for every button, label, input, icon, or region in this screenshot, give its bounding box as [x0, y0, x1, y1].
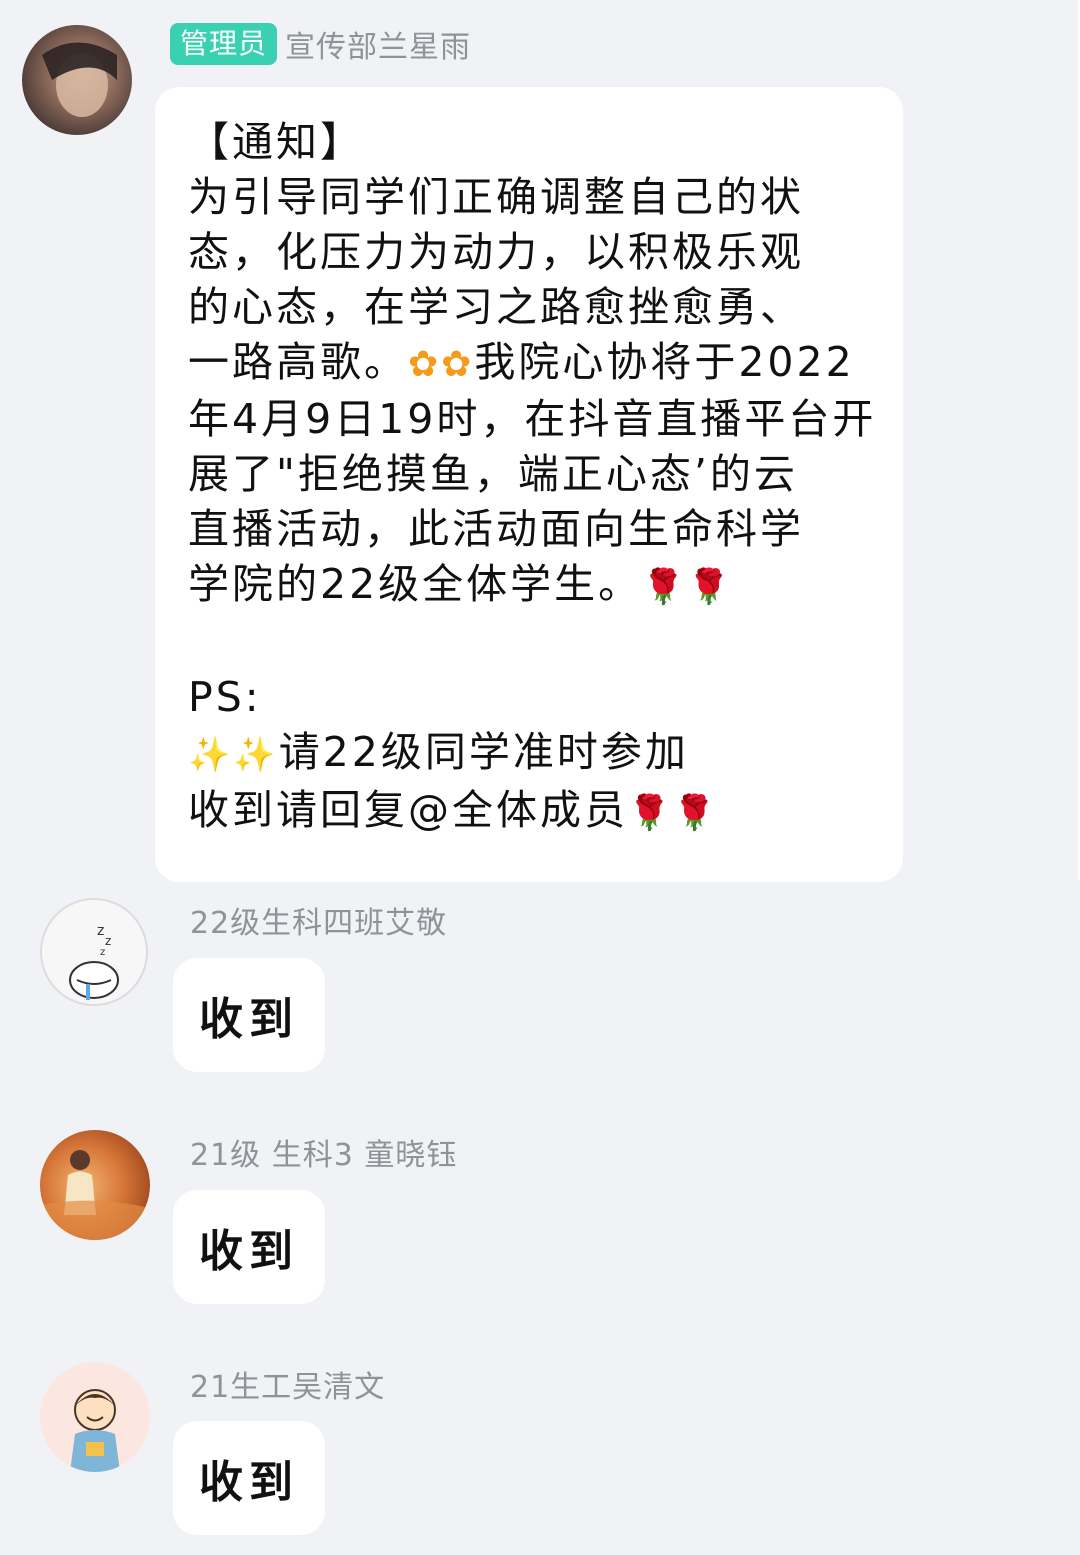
notice-line-text: 我院心协将于2022	[474, 338, 855, 386]
rose-emoji-icon: 🌹	[673, 793, 719, 833]
flower-face-emoji-icon: ✿	[408, 344, 442, 385]
notice-line: 直播活动，此活动面向生命科学	[188, 505, 804, 553]
avatar-cartoon-boy	[70, 1389, 120, 1472]
notice-line-text: 请22级同学准时参加	[278, 728, 689, 776]
notice-line-emoji: 收到请回复@全体成员🌹🌹	[188, 783, 888, 841]
notice-line-text: 一路高歌。	[188, 338, 408, 386]
reply-bubble[interactable]: 收到	[173, 1190, 325, 1304]
notice-line-emoji: 学院的22级全体学生。🌹🌹	[188, 557, 888, 615]
reply-bubble[interactable]: 收到	[173, 958, 325, 1072]
rose-emoji-icon: 🌹	[687, 567, 733, 607]
svg-text:z: z	[97, 923, 104, 939]
notice-line-emoji: 一路高歌。✿✿我院心协将于2022	[188, 335, 888, 392]
notice-line-text: 收到请回复@全体成员	[188, 786, 628, 834]
notice-line: 态，化压力为动力，以积极乐观	[188, 228, 804, 276]
sender-name: 22级生科四班艾敬	[190, 906, 448, 941]
admin-badge: 管理员	[170, 23, 278, 65]
avatar-photo	[42, 42, 117, 117]
notice-line: PS:	[188, 673, 262, 721]
notice-line: 年4月9日19时，在抖音直播平台开	[188, 395, 877, 443]
notice-line: 【通知】	[188, 118, 364, 166]
notice-line: 的心态，在学习之路愈挫愈勇、	[188, 283, 804, 331]
svg-text:z: z	[105, 934, 111, 948]
sparkles-emoji-icon: ✨	[233, 735, 279, 775]
notice-bubble[interactable]: 【通知】 为引导同学们正确调整自己的状 态，化压力为动力，以积极乐观 的心态，在…	[155, 87, 903, 882]
sender-name: 宣传部兰星雨	[285, 30, 472, 65]
avatar[interactable]	[22, 25, 132, 135]
avatar[interactable]: z z z	[40, 898, 148, 1006]
notice-line: 为引导同学们正确调整自己的状	[188, 173, 804, 221]
avatar[interactable]	[40, 1130, 150, 1240]
avatar-sunset-photo	[40, 1150, 150, 1240]
sender-line: 管理员 宣传部兰星雨	[170, 22, 471, 66]
avatar[interactable]	[40, 1362, 150, 1472]
flower-face-emoji-icon: ✿	[441, 344, 475, 385]
notice-line: 展了"拒绝摸鱼，端正心态’的云	[188, 450, 798, 498]
notice-line-text: 学院的22级全体学生。	[188, 560, 643, 608]
avatar-sleeping-cartoon: z z z	[69, 923, 119, 1000]
rose-emoji-icon: 🌹	[642, 567, 688, 607]
rose-emoji-icon: 🌹	[628, 793, 674, 833]
svg-text:z: z	[100, 947, 105, 958]
sender-name: 21生工吴清文	[190, 1370, 386, 1405]
reply-text: 收到	[199, 994, 299, 1045]
notice-line-emoji: ✨✨请22级同学准时参加	[188, 725, 888, 783]
reply-text: 收到	[199, 1226, 299, 1277]
reply-text: 收到	[199, 1457, 299, 1508]
notice-text: 【通知】 为引导同学们正确调整自己的状 态，化压力为动力，以积极乐观 的心态，在…	[188, 115, 888, 841]
sender-name: 21级 生科3 童晓钰	[190, 1138, 458, 1173]
sparkles-emoji-icon: ✨	[188, 735, 234, 775]
reply-bubble[interactable]: 收到	[173, 1421, 325, 1535]
